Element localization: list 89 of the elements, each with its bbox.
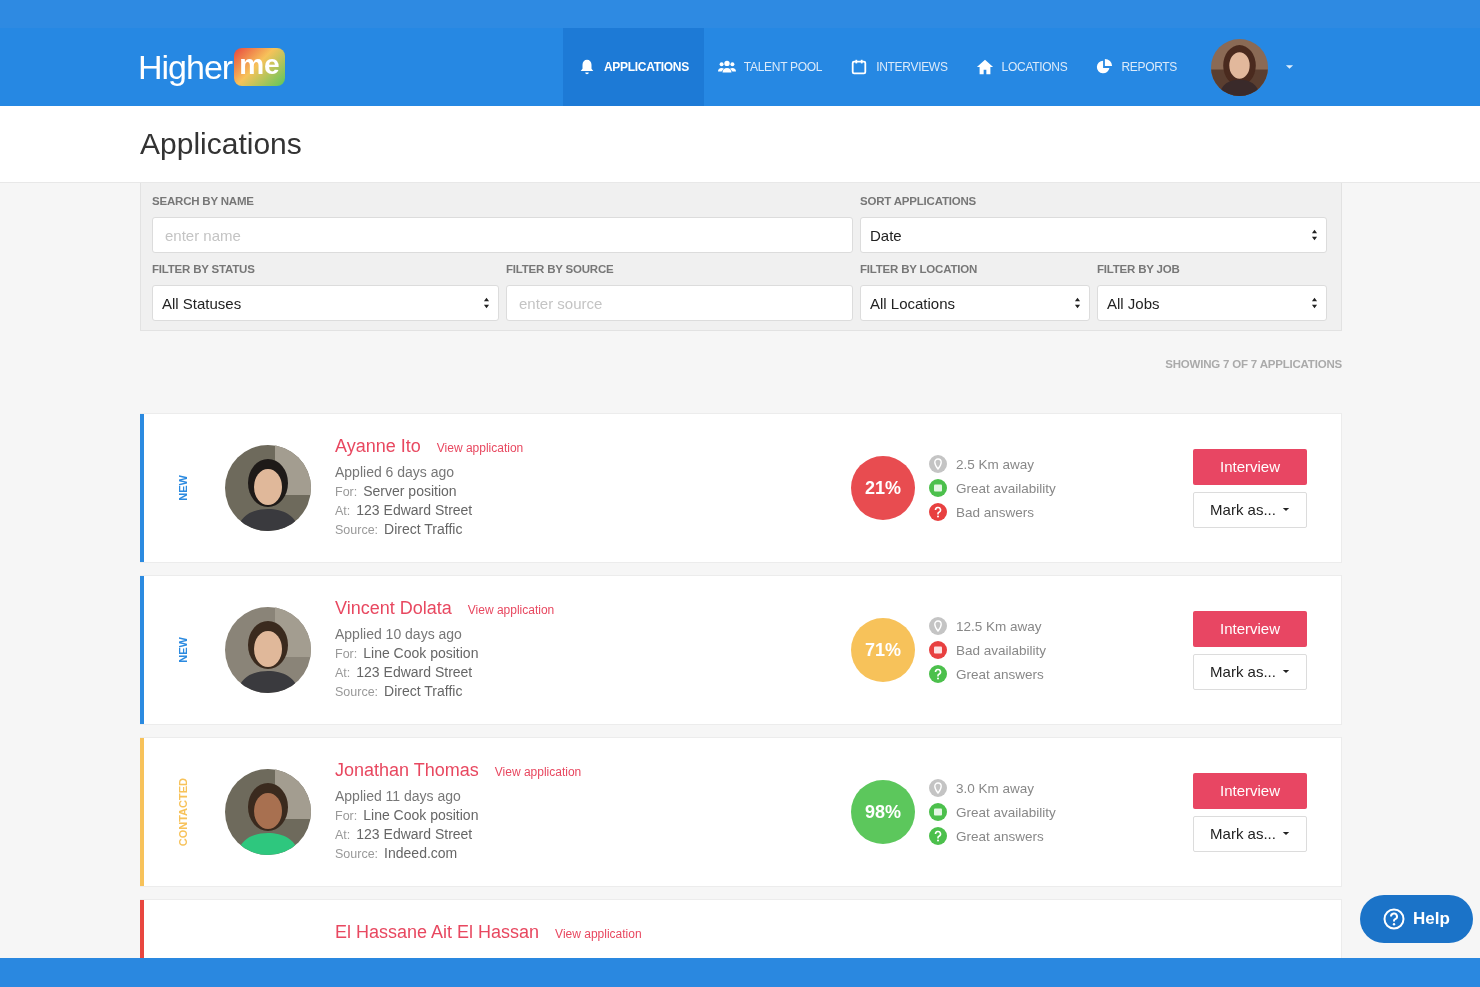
bell-icon [578,58,596,76]
field-label: For: [335,809,358,823]
applicant-name: Jonathan Thomas [335,760,479,781]
select-field[interactable]: All Locations [860,285,1090,321]
nav-tab[interactable]: APPLICATIONS [563,28,704,106]
applied-date: Applied 11 days ago [335,788,462,804]
indicator-text: 12.5 Km away [956,618,1042,634]
page-title: Applications [140,127,302,161]
view-application-link[interactable]: View application [555,927,642,941]
applicant-name: Vincent Dolata [335,598,452,619]
score-badge: 71% [851,618,915,682]
interview-button[interactable]: Interview [1193,610,1307,647]
score-badge: 21% [851,456,915,520]
source-text: Direct Traffic [384,683,463,699]
location-pin-icon [929,779,947,797]
indicator-text: Bad availability [956,642,1047,658]
indicator-text: 2.5 Km away [956,456,1035,472]
filter-label: FILTER BY LOCATION [860,263,979,275]
logo-badge: me [234,48,285,86]
calendar-icon [850,58,869,76]
applied-date: Applied 10 days ago [335,626,463,642]
indicator-text: Great availability [956,804,1056,820]
filter-label: FILTER BY SOURCE [506,263,615,275]
position-text: Line Cook position [363,807,479,823]
field-label: Source: [335,523,379,537]
caret-icon[interactable] [1285,64,1295,70]
mark-as-dropdown[interactable]: Mark as... [1193,491,1307,528]
filter-label: FILTER BY JOB [1097,263,1181,275]
position-text: Line Cook position [363,645,479,661]
field-label: At: [335,504,351,518]
mark-as-dropdown[interactable]: Mark as... [1193,653,1307,690]
caret-icon [1281,831,1290,836]
field-label: For: [335,647,358,661]
interview-button[interactable]: Interview [1193,772,1307,809]
nav-tab[interactable]: LOCATIONS [961,28,1082,106]
field-label: At: [335,828,351,842]
address-text: 123 Edward Street [356,826,473,842]
logo[interactable]: Higher me [138,47,563,87]
question-icon [1383,908,1406,930]
caret-icon [1281,507,1290,512]
field-label: Source: [335,847,379,861]
indicator-text: 3.0 Km away [956,780,1035,796]
input-field[interactable]: enter name [152,217,853,253]
caret-icon [1281,669,1290,674]
view-application-link[interactable]: View application [436,441,524,455]
filter-label: SORT APPLICATIONS [860,195,978,207]
result-count: SHOWING 7 OF 7 APPLICATIONS [1165,358,1342,370]
up-down-arrows-icon [1311,229,1318,241]
view-application-link[interactable]: View application [494,765,582,779]
source-text: Indeed.com [384,845,458,861]
indicator-text: Great answers [956,666,1044,682]
filter-label: FILTER BY STATUS [152,263,256,275]
nav-tab[interactable]: REPORTS [1081,28,1192,106]
status-label: NEW [176,475,189,501]
source-text: Direct Traffic [384,521,463,537]
select-field[interactable]: All Statuses [152,285,499,321]
location-pin-icon [929,455,947,473]
nav-tab[interactable]: TALENT POOL [703,28,837,106]
indicator-text: Great answers [956,828,1044,844]
field-label: At: [335,666,351,680]
status-label: NEW [176,637,189,663]
address-text: 123 Edward Street [356,502,473,518]
help-button[interactable]: Help [1360,895,1473,943]
pie-chart-icon [1095,58,1114,76]
applied-date: Applied 6 days ago [335,464,456,480]
position-text: Server position [363,483,457,499]
indicator-text: Great availability [956,480,1056,496]
indicator-text: Bad answers [956,504,1035,520]
field-label: For: [335,485,358,499]
mark-as-dropdown[interactable]: Mark as... [1193,815,1307,852]
up-down-arrows-icon [1311,297,1318,309]
up-down-arrows-icon [483,297,490,309]
input-field[interactable]: enter source [506,285,853,321]
status-label: CONTACTED [176,777,189,847]
field-label: Source: [335,685,379,699]
select-field[interactable]: Date [860,217,1327,253]
select-field[interactable]: All Jobs [1097,285,1327,321]
address-text: 123 Edward Street [356,664,473,680]
nav-tab[interactable]: INTERVIEWS [836,28,962,106]
score-badge: 98% [851,780,915,844]
view-application-link[interactable]: View application [467,603,555,617]
home-icon [975,58,994,76]
applicant-name: Ayanne Ito [335,436,421,457]
applicant-name: El Hassane Ait El Hassan [335,922,540,943]
filter-label: SEARCH BY NAME [152,195,255,207]
logo-text: Higher [138,47,233,87]
location-pin-icon [929,617,947,635]
up-down-arrows-icon [1074,297,1081,309]
interview-button[interactable]: Interview [1193,448,1307,485]
